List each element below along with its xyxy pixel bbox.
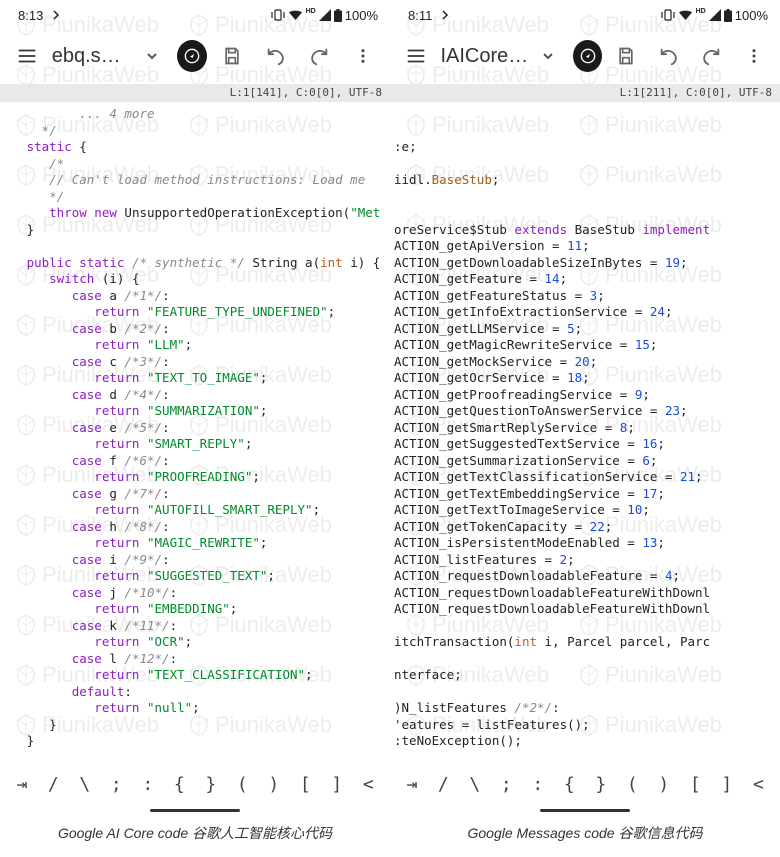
symbol-key[interactable]: ( bbox=[617, 774, 649, 795]
caption: Google AI Core code 谷歌人工智能核心代码 bbox=[0, 823, 390, 843]
status-time: 8:11 bbox=[408, 8, 432, 23]
symbol-key[interactable]: } bbox=[195, 774, 227, 795]
dropdown-button[interactable] bbox=[138, 36, 164, 76]
compass-button[interactable] bbox=[573, 40, 602, 72]
dropdown-button[interactable] bbox=[536, 36, 562, 76]
right-pane: PiunikaWebPiunikaWebPiunikaWebPiunikaWeb… bbox=[390, 0, 780, 857]
filename[interactable]: IAICoreS... bbox=[440, 45, 529, 68]
caption: Google Messages code 谷歌信息代码 bbox=[390, 823, 780, 843]
compass-button[interactable] bbox=[177, 40, 207, 72]
signal-icon bbox=[319, 9, 331, 21]
save-button[interactable] bbox=[608, 36, 644, 76]
redo-button[interactable] bbox=[693, 36, 729, 76]
redo-button[interactable] bbox=[301, 36, 339, 76]
symbol-key[interactable]: [ bbox=[290, 774, 322, 795]
cursor-info-bar: L:1[211], C:0[0], UTF-8 bbox=[390, 84, 780, 102]
gesture-handle bbox=[540, 809, 630, 812]
battery-percent: 100% bbox=[345, 8, 378, 23]
menu-button[interactable] bbox=[8, 36, 46, 76]
hd-icon: HD bbox=[696, 8, 706, 15]
cursor-info-bar: L:1[141], C:0[0], UTF-8 bbox=[0, 84, 390, 102]
vibrate-icon bbox=[271, 9, 285, 21]
wifi-icon bbox=[678, 9, 693, 21]
battery-icon bbox=[724, 9, 732, 22]
code-editor[interactable]: ... 4 more */ static { /* // Can't load … bbox=[0, 102, 390, 750]
chevron-right-icon bbox=[51, 10, 61, 20]
left-pane: PiunikaWebPiunikaWebPiunikaWebPiunikaWeb… bbox=[0, 0, 390, 857]
code-editor[interactable]: :e; iidl.BaseStub; oreService$Stub exten… bbox=[390, 102, 780, 750]
battery-icon bbox=[334, 9, 342, 22]
undo-button[interactable] bbox=[651, 36, 687, 76]
symbol-key[interactable]: ⇥ bbox=[6, 774, 38, 795]
symbol-key[interactable]: \ bbox=[69, 774, 101, 795]
chevron-right-icon bbox=[440, 10, 450, 20]
battery-percent: 100% bbox=[735, 8, 768, 23]
filename[interactable]: ebq.smali bbox=[52, 45, 133, 68]
symbol-key[interactable]: ; bbox=[491, 774, 523, 795]
symbol-key[interactable]: ] bbox=[321, 774, 353, 795]
symbol-key[interactable]: \ bbox=[459, 774, 491, 795]
symbol-key[interactable]: ( bbox=[227, 774, 259, 795]
symbol-key[interactable]: } bbox=[585, 774, 617, 795]
symbol-key[interactable]: : bbox=[522, 774, 554, 795]
symbol-key[interactable]: < bbox=[353, 774, 385, 795]
symbol-key[interactable]: ) bbox=[648, 774, 680, 795]
symbol-key[interactable]: [ bbox=[680, 774, 712, 795]
gesture-handle bbox=[150, 809, 240, 812]
wifi-icon bbox=[288, 9, 303, 21]
status-bar: 8:11 HD 100% bbox=[390, 0, 780, 28]
symbol-key[interactable]: < bbox=[743, 774, 775, 795]
status-bar: 8:13 HD 100% bbox=[0, 0, 390, 28]
toolbar: ebq.smali bbox=[0, 28, 390, 84]
symbol-keyboard-row: ⇥/\;:{}()[]< bbox=[0, 761, 390, 807]
hd-icon: HD bbox=[306, 8, 316, 15]
symbol-key[interactable]: ] bbox=[711, 774, 743, 795]
symbol-key[interactable]: ⇥ bbox=[396, 774, 428, 795]
more-button[interactable] bbox=[344, 36, 382, 76]
menu-button[interactable] bbox=[398, 36, 434, 76]
toolbar: IAICoreS... bbox=[390, 28, 780, 84]
vibrate-icon bbox=[661, 9, 675, 21]
symbol-key[interactable]: / bbox=[38, 774, 70, 795]
save-button[interactable] bbox=[213, 36, 251, 76]
symbol-key[interactable]: ; bbox=[101, 774, 133, 795]
symbol-key[interactable]: { bbox=[554, 774, 586, 795]
undo-button[interactable] bbox=[257, 36, 295, 76]
symbol-key[interactable]: / bbox=[428, 774, 460, 795]
symbol-key[interactable]: ) bbox=[258, 774, 290, 795]
signal-icon bbox=[709, 9, 721, 21]
symbol-key[interactable]: : bbox=[132, 774, 164, 795]
status-time: 8:13 bbox=[18, 8, 43, 23]
more-button[interactable] bbox=[736, 36, 772, 76]
symbol-key[interactable]: { bbox=[164, 774, 196, 795]
symbol-keyboard-row: ⇥/\;:{}()[]< bbox=[390, 761, 780, 807]
